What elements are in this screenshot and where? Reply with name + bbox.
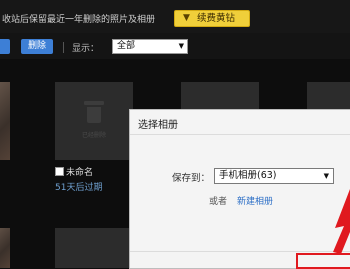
annotation-arrow-icon xyxy=(333,189,350,254)
